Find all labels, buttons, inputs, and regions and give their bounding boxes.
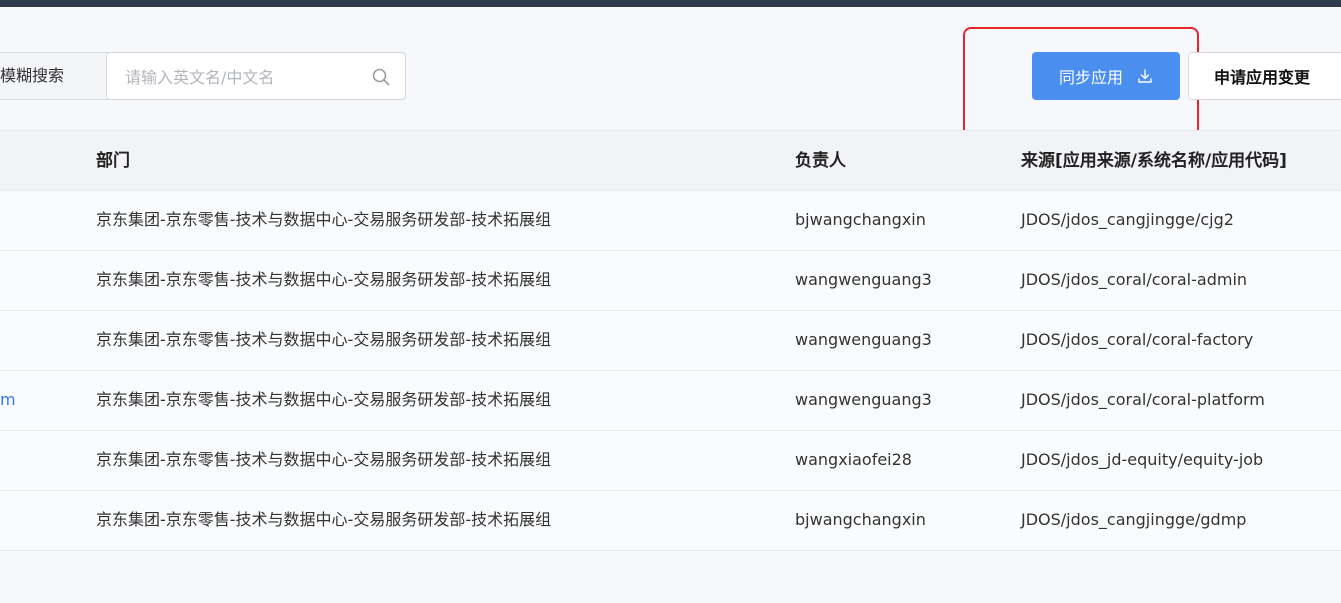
cell-owner: wangwenguang3: [795, 390, 932, 409]
column-header-department[interactable]: 部门: [96, 149, 130, 173]
sync-app-button[interactable]: 同步应用: [1032, 52, 1180, 100]
cell-owner: bjwangchangxin: [795, 510, 926, 529]
table-row[interactable]: m 京东集团-京东零售-技术与数据中心-交易服务研发部-技术拓展组 wangwe…: [0, 371, 1341, 431]
cell-owner: bjwangchangxin: [795, 210, 926, 229]
column-header-source[interactable]: 来源[应用来源/系统名称/应用代码]: [1021, 149, 1287, 173]
search-icon[interactable]: [371, 67, 391, 87]
cell-department: 京东集团-京东零售-技术与数据中心-交易服务研发部-技术拓展组: [96, 330, 552, 349]
table-header: 部门 负责人 来源[应用来源/系统名称/应用代码]: [0, 130, 1341, 191]
cell-owner: wangwenguang3: [795, 330, 932, 349]
cell-source: JDOS/jdos_cangjingge/cjg2: [1021, 210, 1234, 229]
table-row[interactable]: 京东集团-京东零售-技术与数据中心-交易服务研发部-技术拓展组 bjwangch…: [0, 491, 1341, 551]
app-name-link[interactable]: m: [0, 388, 16, 412]
search-input[interactable]: [125, 64, 355, 90]
table-row[interactable]: 京东集团-京东零售-技术与数据中心-交易服务研发部-技术拓展组 wangxiao…: [0, 431, 1341, 491]
search-field[interactable]: [106, 52, 406, 100]
cell-department: 京东集团-京东零售-技术与数据中心-交易服务研发部-技术拓展组: [96, 450, 552, 469]
apply-change-button[interactable]: 申请应用变更: [1188, 52, 1341, 100]
search-mode-label[interactable]: 模糊搜索: [0, 64, 64, 88]
cell-department: 京东集团-京东零售-技术与数据中心-交易服务研发部-技术拓展组: [96, 510, 552, 529]
cell-source: JDOS/jdos_coral/coral-admin: [1021, 270, 1248, 289]
cell-source: JDOS/jdos_coral/coral-factory: [1021, 330, 1254, 349]
cell-source: JDOS/jdos_jd-equity/equity-job: [1021, 450, 1264, 469]
table-row[interactable]: 京东集团-京东零售-技术与数据中心-交易服务研发部-技术拓展组 bjwangch…: [0, 191, 1341, 251]
cell-source: JDOS/jdos_coral/coral-platform: [1021, 390, 1265, 409]
cell-source: JDOS/jdos_cangjingge/gdmp: [1021, 510, 1247, 529]
cell-owner: wangwenguang3: [795, 270, 932, 289]
cell-department: 京东集团-京东零售-技术与数据中心-交易服务研发部-技术拓展组: [96, 270, 552, 289]
cell-department: 京东集团-京东零售-技术与数据中心-交易服务研发部-技术拓展组: [96, 210, 552, 229]
column-header-owner[interactable]: 负责人: [795, 149, 846, 173]
cell-department: 京东集团-京东零售-技术与数据中心-交易服务研发部-技术拓展组: [96, 390, 552, 409]
table-row[interactable]: 京东集团-京东零售-技术与数据中心-交易服务研发部-技术拓展组 wangweng…: [0, 311, 1341, 371]
sync-app-label: 同步应用: [1058, 68, 1123, 87]
table-row[interactable]: 京东集团-京东零售-技术与数据中心-交易服务研发部-技术拓展组 wangweng…: [0, 251, 1341, 311]
top-bar: [0, 0, 1341, 7]
cell-owner: wangxiaofei28: [795, 450, 912, 469]
download-icon: [1138, 69, 1152, 83]
